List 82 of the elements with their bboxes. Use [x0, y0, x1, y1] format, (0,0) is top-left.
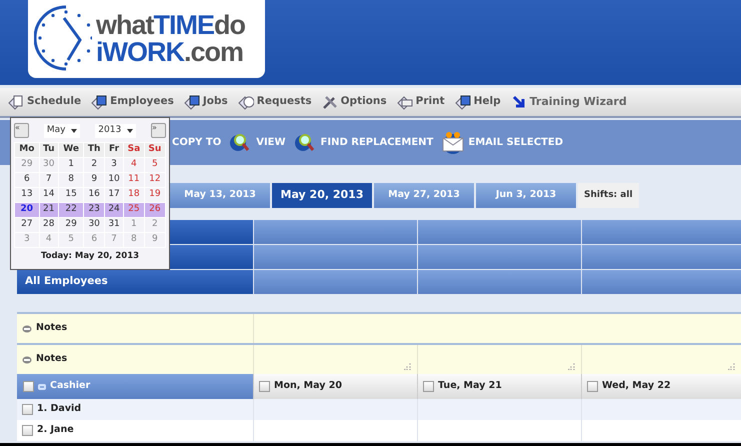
toolbar-button[interactable]: COPY TO	[172, 135, 226, 150]
checkbox[interactable]	[587, 381, 598, 392]
all-employees-header: All Employees	[17, 270, 253, 295]
calendar-day[interactable]: 20	[14, 202, 40, 218]
next-month-button[interactable]: »	[151, 123, 166, 138]
weekday-label: We	[58, 142, 84, 158]
calendar-day[interactable]: 7	[39, 172, 58, 188]
calendar-day[interactable]: 1	[58, 158, 84, 172]
calendar-day[interactable]: 9	[84, 172, 105, 188]
week-tab[interactable]: May 20, 2013	[272, 183, 372, 208]
weekday-label: Fr	[104, 142, 124, 158]
day-header: Tue, May 21	[438, 379, 502, 394]
checkbox[interactable]	[259, 381, 270, 392]
toolbar-button[interactable]: EMAIL SELECTED	[441, 132, 567, 154]
menu-item[interactable]: Help	[454, 94, 501, 110]
weekday-label: Mo	[14, 142, 40, 158]
employee-name: 1. David	[37, 402, 82, 416]
day-header: Mon, May 20	[274, 379, 342, 394]
toolbar-button[interactable]: FIND REPLACEMENT	[294, 132, 438, 154]
tools-icon	[322, 94, 338, 110]
checkbox[interactable]	[22, 404, 33, 415]
menu-item[interactable]: Requests	[238, 94, 312, 110]
weekday-label: Tu	[39, 142, 58, 158]
menu-item[interactable]: Employees	[91, 94, 174, 110]
printer-icon	[396, 94, 413, 110]
logo-text: whatTIMEdo	[96, 12, 246, 39]
week-row[interactable]: 20 21 22 23 24 25 26	[14, 202, 166, 218]
checkbox[interactable]	[423, 381, 434, 392]
calendar-day[interactable]: 22	[58, 202, 84, 218]
collapse-icon	[22, 324, 32, 332]
checkbox[interactable]	[23, 381, 34, 392]
card-icon	[91, 94, 108, 110]
today-label[interactable]: Today: May 20, 2013	[14, 250, 166, 263]
page-icon	[8, 94, 24, 110]
calendar-day[interactable]: 8	[58, 172, 84, 188]
calendar-day[interactable]: 3	[104, 158, 124, 172]
collapse-icon	[38, 382, 46, 390]
calendar-day[interactable]: 12	[144, 172, 166, 188]
shifts-filter[interactable]: Shifts: all	[578, 183, 639, 208]
year-select[interactable]: 2013	[95, 124, 136, 138]
resize-grip-icon	[568, 363, 575, 370]
menu-item[interactable]: Options	[322, 94, 387, 110]
calendar-day[interactable]: 28	[39, 218, 58, 232]
clock-icon	[238, 94, 254, 110]
weekday-label: Su	[144, 142, 166, 158]
collapse-icon	[22, 356, 32, 364]
weekday-label: Sa	[124, 142, 144, 158]
caret-icon	[71, 128, 78, 132]
weekday-label: Th	[84, 142, 105, 158]
calendar-day[interactable]: 2	[84, 158, 105, 172]
calendar-day[interactable]: 11	[124, 172, 144, 188]
toolbar-button[interactable]: VIEW	[229, 132, 290, 154]
card-icon	[184, 94, 200, 110]
calendar-day[interactable]: 1	[124, 218, 144, 232]
resize-grip-icon	[404, 363, 411, 370]
caret-icon	[127, 128, 134, 132]
month-select[interactable]: May	[44, 124, 80, 138]
day-header: Wed, May 22	[602, 379, 671, 394]
menu-item[interactable]: Schedule	[8, 94, 82, 110]
menu-item[interactable]: Training Wizard	[510, 94, 627, 110]
checkbox[interactable]	[22, 425, 33, 436]
envelope-icon	[441, 132, 466, 154]
calendar-day[interactable]: 5	[144, 158, 166, 172]
calendar-day[interactable]: 31	[104, 218, 124, 232]
calendar-day[interactable]: 6	[14, 172, 40, 188]
week-row[interactable]: 27 28 29 30 31 1 2	[14, 218, 166, 232]
arrow-icon	[510, 94, 527, 110]
calendar-day[interactable]: 29	[58, 218, 84, 232]
calendar-day[interactable]: 10	[104, 172, 124, 188]
group-label: Cashier	[50, 379, 90, 394]
prev-month-button[interactable]: «	[14, 123, 29, 138]
week-row[interactable]: 6 7 8 9 10 11 12	[14, 172, 166, 188]
week-row[interactable]: 29 30 1 2 3 4 5	[14, 158, 166, 172]
resize-grip-icon	[728, 363, 735, 370]
menu-item[interactable]: Jobs	[184, 94, 228, 110]
calendar-day[interactable]: 30	[84, 218, 105, 232]
calendar-day[interactable]: 4	[124, 158, 144, 172]
card-icon	[454, 94, 471, 110]
menu-item[interactable]: Print	[396, 94, 445, 110]
logo-text: iWORK.com	[96, 39, 244, 66]
employee-name: 2. Jane	[37, 423, 74, 438]
calendar-day[interactable]: 27	[14, 218, 40, 232]
